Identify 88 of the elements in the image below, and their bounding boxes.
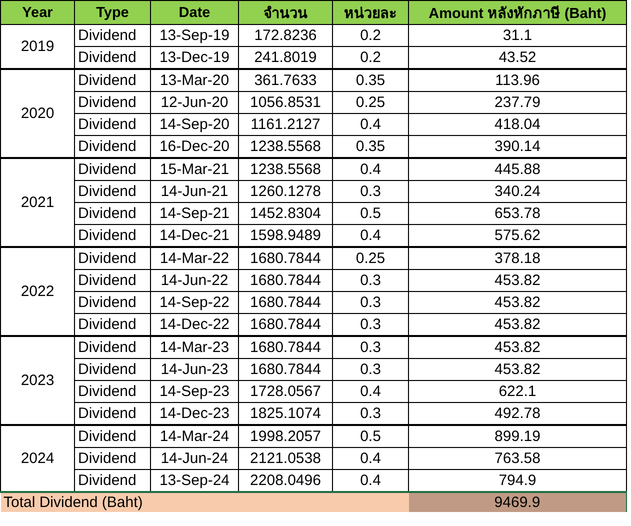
table-cell: 453.82: [408, 270, 626, 292]
table-cell: 14-Sep-20: [150, 114, 238, 136]
table-cell: Dividend: [74, 114, 150, 136]
table-cell: Dividend: [74, 202, 150, 224]
table-cell: 361.7633: [238, 69, 332, 92]
table-cell: 0.3: [332, 270, 408, 292]
table-cell: 14-Jun-21: [150, 180, 238, 202]
table-cell: 0.25: [332, 92, 408, 114]
column-header: Year: [0, 0, 74, 24]
table-cell: 1680.7844: [238, 247, 332, 270]
table-cell: Dividend: [74, 425, 150, 448]
table-cell: Dividend: [74, 448, 150, 470]
table-cell: 14-Jun-22: [150, 270, 238, 292]
table-cell: 0.2: [332, 24, 408, 46]
column-header: หน่วยละ: [332, 0, 408, 24]
table-cell: 453.82: [408, 336, 626, 358]
table-cell: Dividend: [74, 247, 150, 270]
column-header: Amount หลังหักภาษี (Baht): [408, 0, 626, 24]
table-cell: 445.88: [408, 158, 626, 180]
year-cell: 2019: [0, 24, 74, 69]
table-cell: Dividend: [74, 292, 150, 314]
table-cell: 113.96: [408, 69, 626, 92]
column-header: จำนวน: [238, 0, 332, 24]
table-cell: 1452.8304: [238, 202, 332, 224]
table-cell: 899.19: [408, 425, 626, 448]
table-cell: 14-Mar-22: [150, 247, 238, 270]
table-cell: 14-Jun-23: [150, 358, 238, 380]
table-cell: 14-Mar-24: [150, 425, 238, 448]
table-cell: Dividend: [74, 336, 150, 358]
table-cell: 1998.2057: [238, 425, 332, 448]
table-cell: Dividend: [74, 380, 150, 402]
table-cell: 340.24: [408, 180, 626, 202]
year-cell: 2021: [0, 158, 74, 247]
table-cell: 0.4: [332, 448, 408, 470]
table-cell: 14-Sep-21: [150, 202, 238, 224]
table-cell: Dividend: [74, 180, 150, 202]
table-cell: 653.78: [408, 202, 626, 224]
table-cell: 0.3: [332, 336, 408, 358]
total-label: Total Dividend (Baht): [0, 492, 408, 512]
table-cell: 1680.7844: [238, 292, 332, 314]
table-cell: 14-Mar-23: [150, 336, 238, 358]
table-cell: 31.1: [408, 24, 626, 46]
table-cell: Dividend: [74, 358, 150, 380]
table-cell: 0.3: [332, 180, 408, 202]
table-cell: 1056.8531: [238, 92, 332, 114]
table-cell: 172.8236: [238, 24, 332, 46]
table-cell: 378.18: [408, 247, 626, 270]
table-cell: 2121.0538: [238, 448, 332, 470]
table-cell: 418.04: [408, 114, 626, 136]
table-cell: 0.5: [332, 202, 408, 224]
table-cell: 453.82: [408, 358, 626, 380]
column-header: Type: [74, 0, 150, 24]
table-cell: Dividend: [74, 24, 150, 46]
table-cell: Dividend: [74, 69, 150, 92]
table-cell: 237.79: [408, 92, 626, 114]
table-cell: 0.3: [332, 292, 408, 314]
table-cell: 14-Jun-24: [150, 448, 238, 470]
table-cell: 0.25: [332, 247, 408, 270]
table-cell: 0.4: [332, 114, 408, 136]
total-value: 9469.9: [408, 492, 626, 512]
table-cell: 622.1: [408, 380, 626, 402]
table-cell: 0.5: [332, 425, 408, 448]
table-cell: Dividend: [74, 92, 150, 114]
table-cell: 1728.0567: [238, 380, 332, 402]
year-cell: 2020: [0, 69, 74, 158]
table-cell: Dividend: [74, 270, 150, 292]
table-cell: 0.4: [332, 158, 408, 180]
table-cell: 14-Sep-22: [150, 292, 238, 314]
year-cell: 2022: [0, 247, 74, 336]
table-cell: 453.82: [408, 292, 626, 314]
table-cell: 763.58: [408, 448, 626, 470]
table-cell: 13-Sep-19: [150, 24, 238, 46]
table-cell: Dividend: [74, 158, 150, 180]
table-cell: 0.35: [332, 69, 408, 92]
table-cell: 15-Mar-21: [150, 158, 238, 180]
table-cell: 1161.2127: [238, 114, 332, 136]
table-cell: 12-Jun-20: [150, 92, 238, 114]
table-cell: 1680.7844: [238, 358, 332, 380]
table-cell: 13-Mar-20: [150, 69, 238, 92]
table-cell: 0.4: [332, 380, 408, 402]
table-cell: 1260.1278: [238, 180, 332, 202]
table-cell: 1680.7844: [238, 270, 332, 292]
table-cell: 1238.5568: [238, 158, 332, 180]
table-cell: 14-Sep-23: [150, 380, 238, 402]
year-cell: 2023: [0, 336, 74, 425]
column-header: Date: [150, 0, 238, 24]
table-cell: 0.3: [332, 358, 408, 380]
table-cell: 1680.7844: [238, 336, 332, 358]
